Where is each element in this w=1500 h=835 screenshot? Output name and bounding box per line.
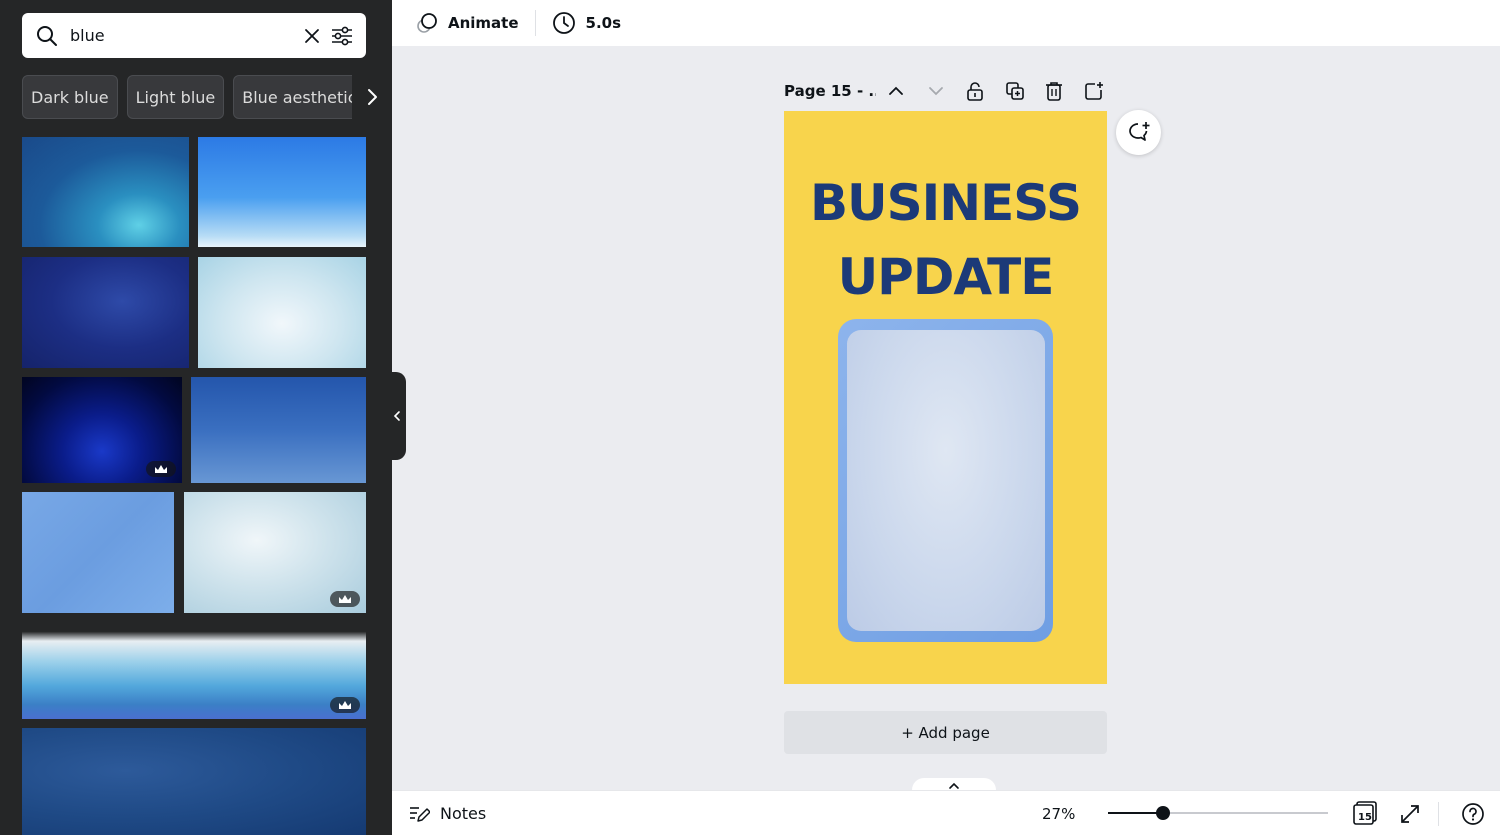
move-page-down-button[interactable] — [925, 80, 947, 102]
chevron-up-icon — [889, 86, 903, 95]
page-grid-button[interactable]: 15 — [1352, 800, 1380, 828]
notes-label: Notes — [440, 804, 487, 823]
image-thumbnail-blue-waves-paint[interactable] — [22, 624, 366, 719]
duration-button[interactable]: 5.0s — [542, 0, 632, 46]
page-title[interactable]: Page 15 - ... — [784, 82, 876, 100]
search-input[interactable] — [70, 26, 296, 45]
sliders-icon — [332, 26, 352, 45]
image-thumbnail-dark-blue-abstract[interactable] — [22, 377, 182, 483]
headline-text[interactable]: BUSINESS UPDATE — [784, 166, 1107, 314]
chip-light-blue[interactable]: Light blue — [126, 75, 225, 119]
filter-button[interactable] — [328, 22, 356, 50]
notes-button[interactable]: Notes — [408, 791, 486, 835]
collapse-panel-button[interactable] — [388, 372, 406, 460]
page-count: 15 — [1358, 811, 1372, 823]
comment-add-icon — [1128, 121, 1149, 141]
duplicate-icon — [1006, 82, 1024, 100]
image-thumbnail-blue-brush-strokes[interactable] — [22, 728, 366, 835]
headline-line-2: UPDATE — [837, 248, 1055, 306]
chevron-down-icon — [929, 87, 943, 96]
image-thumbnail-navy-fabric[interactable] — [22, 257, 189, 368]
crown-icon — [146, 461, 176, 477]
zoom-slider-thumb[interactable] — [1156, 806, 1170, 820]
frame-image — [847, 330, 1045, 631]
delete-page-button[interactable] — [1043, 80, 1065, 102]
trash-icon — [1046, 82, 1062, 101]
animate-label: Animate — [448, 14, 519, 32]
clock-icon — [552, 12, 575, 34]
search-box[interactable] — [22, 13, 366, 58]
image-thumbnail-light-blue-clouds[interactable] — [198, 257, 366, 368]
zoom-slider-fill — [1108, 812, 1163, 814]
duration-label: 5.0s — [585, 14, 622, 32]
duplicate-page-button[interactable] — [1004, 80, 1026, 102]
image-thumbnail-light-blue-linen[interactable] — [22, 492, 174, 613]
fullscreen-button[interactable] — [1396, 800, 1424, 828]
toolbar-divider — [534, 10, 536, 36]
page-header: Page 15 - ... — [784, 76, 1110, 106]
design-page[interactable]: BUSINESS UPDATE — [784, 111, 1107, 684]
add-page-icon — [1085, 82, 1103, 100]
move-page-up-button[interactable] — [885, 80, 907, 102]
chip-dark-blue[interactable]: Dark blue — [22, 75, 118, 119]
chevron-up-icon — [949, 782, 959, 789]
lock-page-button[interactable] — [964, 80, 986, 102]
image-thumbnail-pale-blue-watercolor[interactable] — [184, 492, 366, 613]
zoom-level[interactable]: 27% — [1042, 791, 1075, 835]
search-panel: Dark blue Light blue Blue aesthetic — [0, 0, 392, 835]
chip-blue-aesthetic[interactable]: Blue aesthetic — [233, 75, 366, 119]
add-page-after-button[interactable] — [1083, 80, 1105, 102]
animate-icon — [417, 13, 437, 33]
help-button[interactable] — [1459, 800, 1487, 828]
search-icon — [36, 25, 58, 47]
bottom-divider — [1438, 802, 1439, 826]
chevron-right-icon — [368, 89, 377, 105]
crown-icon — [330, 591, 360, 607]
zoom-slider[interactable] — [1108, 806, 1328, 820]
lock-icon — [967, 82, 983, 101]
notes-icon — [410, 806, 430, 822]
clear-search-button[interactable] — [298, 22, 326, 50]
chevron-left-icon — [393, 411, 400, 421]
suggestion-chips: Dark blue Light blue Blue aesthetic — [22, 75, 366, 119]
bottom-bar: Notes 27% 15 — [392, 790, 1500, 835]
photo-frame[interactable] — [838, 319, 1053, 642]
image-thumbnail-blue-rain-texture[interactable] — [191, 377, 366, 483]
image-thumbnail-blue-watercolor[interactable] — [22, 137, 189, 247]
animate-button[interactable]: Animate — [406, 0, 529, 46]
crown-icon — [330, 697, 360, 713]
chips-next-button[interactable] — [352, 75, 392, 119]
add-page-button[interactable]: + Add page — [784, 711, 1107, 754]
add-comment-button[interactable] — [1116, 110, 1161, 155]
expand-icon — [1401, 805, 1419, 823]
help-icon — [1462, 803, 1484, 825]
image-thumbnail-blue-sky-gradient[interactable] — [198, 137, 366, 247]
top-toolbar: Animate 5.0s — [392, 0, 1500, 46]
headline-line-1: BUSINESS — [809, 174, 1082, 232]
close-icon — [305, 28, 319, 43]
